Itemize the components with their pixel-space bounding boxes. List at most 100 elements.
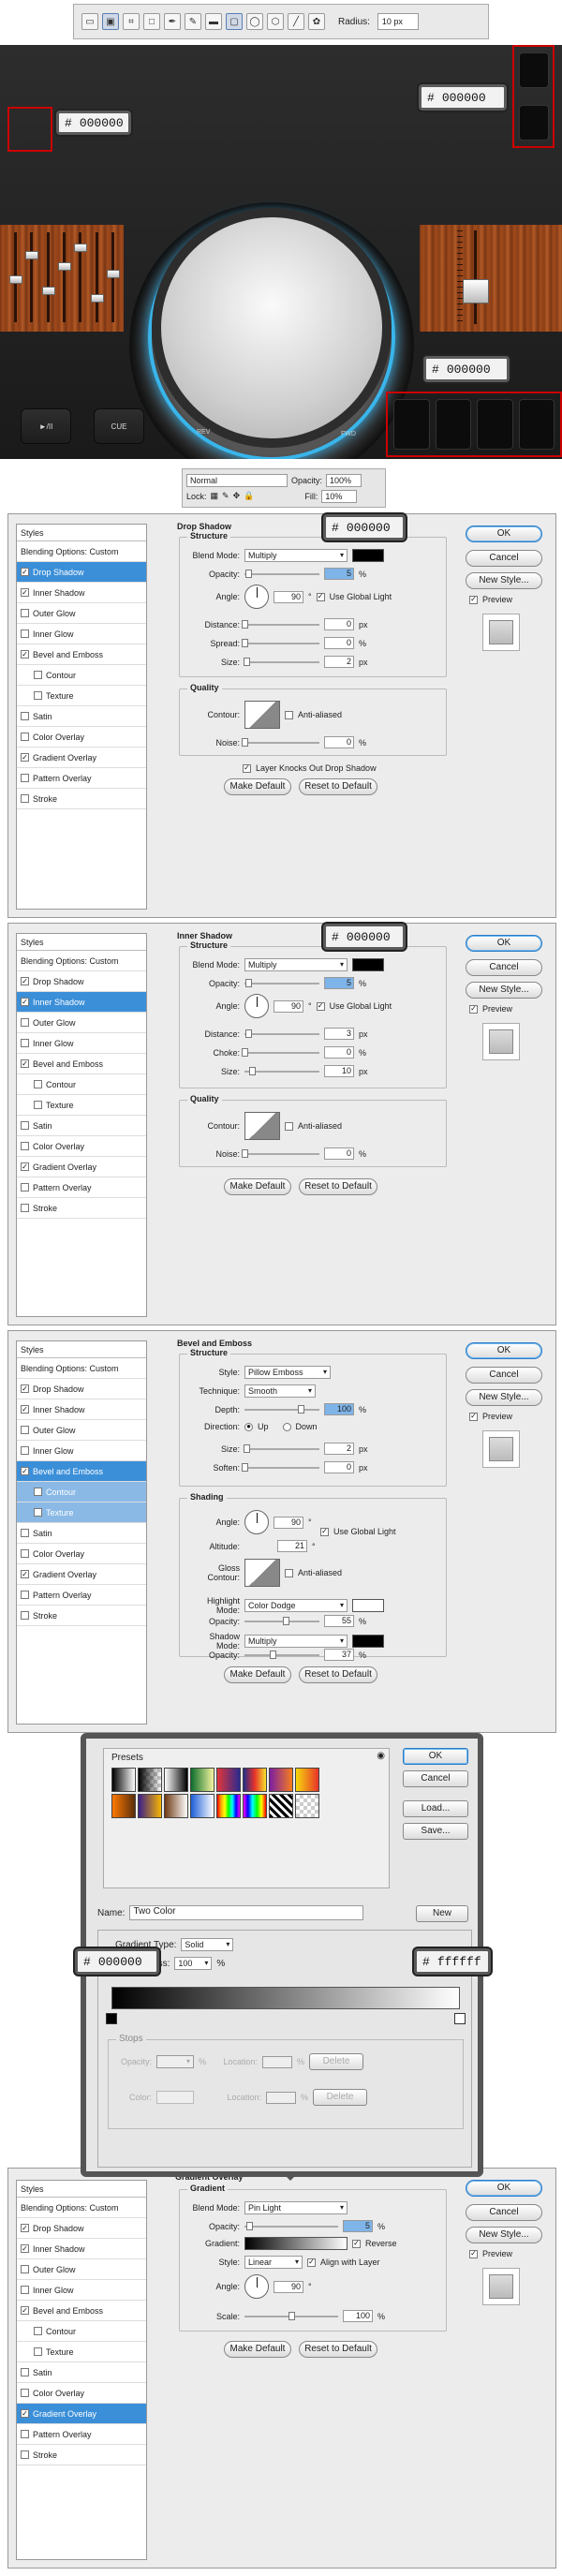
distance-input[interactable]: 3	[324, 1028, 354, 1040]
stop-opacity-input[interactable]	[156, 2055, 194, 2068]
lock-transparency-icon[interactable]: ▦	[211, 491, 219, 501]
preview-checkbox[interactable]: ✓	[469, 1004, 478, 1014]
style-item-inner-shadow[interactable]: ✓ Inner Shadow	[17, 2239, 146, 2259]
style-item-blending[interactable]: Blending Options: Custom	[17, 2198, 146, 2218]
noise-slider[interactable]	[242, 737, 319, 748]
reset-default-button[interactable]: Reset to Default	[299, 1178, 377, 1195]
style-item-satin[interactable]: Satin	[17, 706, 146, 727]
style-item-color-overlay[interactable]: Color Overlay	[17, 727, 146, 748]
new-style-button[interactable]: New Style...	[466, 2227, 542, 2243]
global-light-checkbox[interactable]: ✓	[316, 592, 325, 601]
shape-tool-icon[interactable]: ▭	[81, 13, 98, 30]
style-item-blending[interactable]: Blending Options: Custom	[17, 1358, 146, 1379]
style-item-bevel[interactable]: ✓ Bevel and Emboss	[17, 1461, 146, 1482]
noise-input[interactable]: 0	[324, 736, 354, 748]
fill-pixels-icon[interactable]: □	[143, 13, 160, 30]
style-item-texture[interactable]: Texture	[17, 686, 146, 706]
fader[interactable]	[74, 232, 88, 326]
make-default-button[interactable]: Make Default	[224, 1178, 291, 1195]
anti-aliased-checkbox[interactable]	[285, 1568, 293, 1577]
style-item-pattern-overlay[interactable]: Pattern Overlay	[17, 1585, 146, 1606]
preset-swatch[interactable]	[243, 1794, 267, 1818]
layer-opacity-input[interactable]: 100%	[326, 473, 362, 487]
preset-swatch[interactable]	[216, 1794, 241, 1818]
fader[interactable]	[9, 232, 22, 326]
distance-slider[interactable]	[242, 619, 319, 629]
preset-swatch[interactable]	[216, 1768, 241, 1792]
shadow-color-swatch[interactable]	[352, 958, 384, 971]
styles-header[interactable]: Styles	[17, 934, 146, 951]
ellipse-icon[interactable]: ◯	[246, 13, 263, 30]
style-item-pattern-overlay[interactable]: Pattern Overlay	[17, 768, 146, 789]
cancel-button[interactable]: Cancel	[466, 1367, 542, 1384]
new-style-button[interactable]: New Style...	[466, 572, 542, 589]
preset-swatch[interactable]	[269, 1794, 293, 1818]
anti-aliased-checkbox[interactable]	[285, 1121, 293, 1131]
gradient-style-select[interactable]: Linear	[244, 2256, 303, 2269]
style-item-satin[interactable]: Satin	[17, 2362, 146, 2383]
shadow-opacity-slider[interactable]	[244, 1650, 319, 1660]
color-stop-left[interactable]	[106, 2013, 117, 2024]
style-item-drop-shadow[interactable]: ✓ Drop Shadow	[17, 971, 146, 992]
highlight-opacity-input[interactable]: 55	[324, 1615, 354, 1627]
layer-fill-input[interactable]: 10%	[321, 489, 358, 503]
angle-dial[interactable]	[244, 2274, 269, 2299]
gradient-ramp[interactable]	[111, 1987, 460, 2009]
style-item-texture[interactable]: Texture	[17, 1503, 146, 1523]
new-style-button[interactable]: New Style...	[466, 1389, 542, 1406]
style-item-inner-glow[interactable]: Inner Glow	[17, 1441, 146, 1461]
highlight-mode-select[interactable]: Color Dodge	[244, 1599, 348, 1612]
angle-dial[interactable]	[244, 1510, 269, 1534]
spread-input[interactable]: 0	[324, 637, 354, 649]
cue-button[interactable]: CUE	[94, 408, 144, 444]
rectangle-icon[interactable]: ▬	[205, 13, 222, 30]
style-item-stroke[interactable]: Stroke	[17, 789, 146, 809]
style-item-inner-glow[interactable]: Inner Glow	[17, 2280, 146, 2301]
size-slider[interactable]	[244, 1443, 319, 1454]
choke-slider[interactable]	[242, 1047, 319, 1058]
shadow-opacity-input[interactable]: 37	[324, 1649, 354, 1661]
ok-button[interactable]: OK	[403, 1748, 468, 1765]
technique-select[interactable]: Smooth	[244, 1384, 316, 1398]
global-light-checkbox[interactable]: ✓	[316, 1001, 325, 1011]
style-item-bevel[interactable]: ✓ Bevel and Emboss	[17, 2301, 146, 2321]
angle-input[interactable]: 90	[274, 590, 303, 603]
reverse-checkbox[interactable]: ✓	[352, 2239, 361, 2248]
reset-default-button[interactable]: Reset to Default	[299, 1666, 377, 1683]
style-item-contour[interactable]: Contour	[17, 1482, 146, 1503]
make-default-button[interactable]: Make Default	[224, 1666, 291, 1683]
style-item-drop-shadow[interactable]: ✓ Drop Shadow	[17, 562, 146, 583]
distance-input[interactable]: 0	[324, 618, 354, 630]
fader[interactable]	[57, 232, 71, 326]
load-button[interactable]: Load...	[403, 1800, 468, 1817]
style-item-outer-glow[interactable]: Outer Glow	[17, 2259, 146, 2280]
style-item-inner-shadow[interactable]: ✓ Inner Shadow	[17, 1399, 146, 1420]
radius-input[interactable]: 10 px	[377, 13, 419, 30]
style-item-bevel[interactable]: ✓ Bevel and Emboss	[17, 1054, 146, 1074]
depth-input[interactable]: 100	[324, 1403, 354, 1415]
style-item-drop-shadow[interactable]: ✓ Drop Shadow	[17, 1379, 146, 1399]
shadow-color-swatch[interactable]	[352, 549, 384, 562]
reset-default-button[interactable]: Reset to Default	[299, 2341, 377, 2358]
preset-swatch[interactable]	[111, 1768, 136, 1792]
polygon-icon[interactable]: ⬡	[267, 13, 284, 30]
depth-slider[interactable]	[244, 1404, 319, 1414]
style-item-drop-shadow[interactable]: ✓ Drop Shadow	[17, 2218, 146, 2239]
angle-dial[interactable]	[244, 585, 269, 609]
custom-shape-icon[interactable]: ✿	[308, 13, 325, 30]
soften-input[interactable]: 0	[324, 1461, 354, 1473]
global-light-checkbox[interactable]: ✓	[320, 1527, 329, 1536]
pen-tool-icon[interactable]: ✒	[164, 13, 181, 30]
ok-button[interactable]: OK	[466, 526, 542, 542]
contour-picker[interactable]	[244, 701, 280, 729]
cancel-button[interactable]: Cancel	[466, 550, 542, 567]
size-slider[interactable]	[244, 1066, 319, 1076]
ok-button[interactable]: OK	[466, 1342, 542, 1359]
style-item-stroke[interactable]: Stroke	[17, 1198, 146, 1219]
opacity-slider[interactable]	[244, 569, 319, 579]
knockout-checkbox[interactable]: ✓	[243, 763, 251, 773]
stop-location-input[interactable]	[262, 2055, 293, 2068]
cancel-button[interactable]: Cancel	[466, 959, 542, 976]
angle-input[interactable]: 90	[274, 999, 303, 1013]
style-item-contour[interactable]: Contour	[17, 1074, 146, 1095]
